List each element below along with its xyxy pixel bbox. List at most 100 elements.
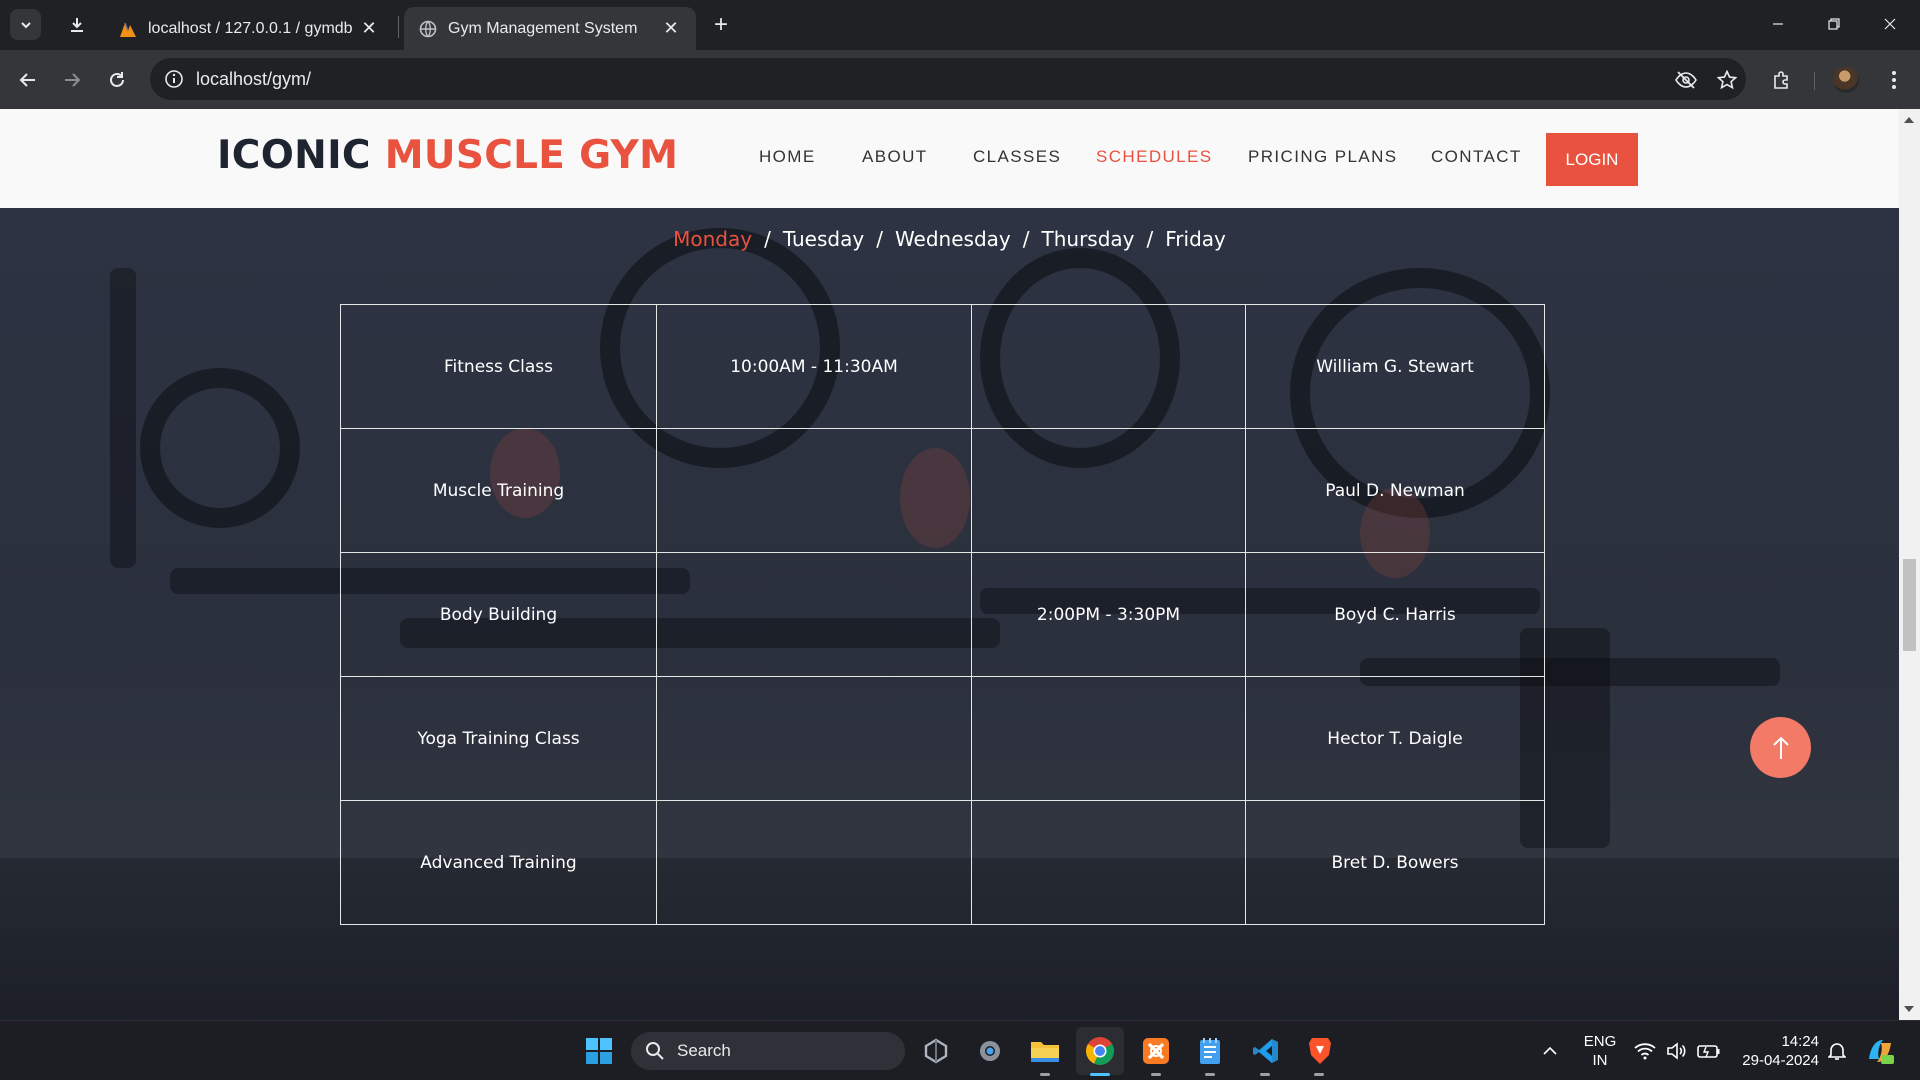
logo-text-iconic: ICONIC <box>217 133 385 178</box>
language-label: ENG <box>1583 1033 1617 1050</box>
time-cell <box>656 552 972 677</box>
wifi-icon[interactable] <box>1630 1033 1660 1069</box>
extensions-button[interactable] <box>1766 64 1798 96</box>
start-button[interactable] <box>581 1033 617 1069</box>
time-cell <box>971 676 1246 801</box>
chevron-up-icon <box>1543 1046 1557 1055</box>
address-bar[interactable]: localhost/gym/ <box>150 58 1746 100</box>
nav-pricing-plans[interactable]: PRICING PLANS <box>1248 147 1398 167</box>
tab-tuesday[interactable]: Tuesday <box>783 227 864 251</box>
browser-toolbar: localhost/gym/ <box>0 50 1920 109</box>
running-indicator <box>1151 1073 1161 1076</box>
back-button[interactable] <box>12 64 44 96</box>
nav-classes[interactable]: CLASSES <box>973 147 1061 167</box>
scroll-down-icon[interactable] <box>1904 1006 1914 1012</box>
region-label: IN <box>1592 1052 1608 1069</box>
restore-button[interactable] <box>1806 0 1862 48</box>
tab-search-button[interactable] <box>10 9 41 40</box>
tab-monday[interactable]: Monday <box>673 227 752 251</box>
show-hidden-icons-button[interactable] <box>1536 1033 1564 1069</box>
table-row: Fitness Class 10:00AM - 11:30AM William … <box>340 304 1545 429</box>
trainer-cell: Boyd C. Harris <box>1245 552 1545 677</box>
chrome-app-icon[interactable] <box>1076 1027 1124 1075</box>
widgets-app-icon[interactable] <box>918 1033 954 1069</box>
trainer-cell: Bret D. Bowers <box>1245 800 1545 925</box>
scrollbar-thumb[interactable] <box>1903 559 1916 651</box>
day-separator: / <box>876 227 883 251</box>
language-indicator[interactable]: ENG IN <box>1580 1032 1620 1070</box>
arrow-left-icon <box>19 73 35 87</box>
schedule-table: Fitness Class 10:00AM - 11:30AM William … <box>340 304 1545 925</box>
xampp-app-icon[interactable] <box>1138 1033 1174 1069</box>
kebab-menu-icon <box>1892 71 1896 89</box>
profile-button[interactable] <box>1830 64 1862 96</box>
active-indicator <box>1090 1073 1110 1076</box>
reload-icon <box>110 72 124 87</box>
class-name-cell: Advanced Training <box>340 800 657 925</box>
tab-phpmyadmin[interactable]: localhost / 127.0.0.1 / gymdb | | ✕ <box>104 7 394 50</box>
close-tab-icon[interactable]: ✕ <box>358 18 380 40</box>
time-cell <box>656 800 972 925</box>
table-row: Yoga Training Class Hector T. Daigle <box>340 676 1545 801</box>
login-button[interactable]: LOGIN <box>1546 133 1638 186</box>
running-indicator <box>1205 1073 1215 1076</box>
notifications-button[interactable] <box>1822 1033 1852 1069</box>
running-indicator <box>1314 1073 1324 1076</box>
tab-thursday[interactable]: Thursday <box>1042 227 1135 251</box>
tab-title: localhost / 127.0.0.1 / gymdb | | <box>148 19 358 37</box>
settings-app-icon[interactable] <box>972 1033 1008 1069</box>
scroll-up-icon[interactable] <box>1904 117 1914 123</box>
vscode-app-icon[interactable] <box>1248 1033 1284 1069</box>
volume-icon[interactable] <box>1662 1033 1692 1069</box>
site-logo[interactable]: ICONIC MUSCLE GYM <box>217 133 678 178</box>
day-separator: / <box>1022 227 1030 251</box>
nav-contact[interactable]: CONTACT <box>1431 147 1522 167</box>
bookmark-star-icon[interactable] <box>1715 68 1739 92</box>
search-label: Search <box>677 1041 731 1060</box>
back-to-top-button[interactable] <box>1750 717 1811 778</box>
tab-friday[interactable]: Friday <box>1165 227 1226 251</box>
page-scrollbar[interactable] <box>1899 109 1920 1020</box>
time-cell <box>971 428 1246 553</box>
url-text[interactable]: localhost/gym/ <box>196 69 311 90</box>
trainer-cell: William G. Stewart <box>1245 304 1545 429</box>
brave-app-icon[interactable] <box>1302 1033 1338 1069</box>
clock[interactable]: 14:24 29-04-2024 <box>1733 1032 1819 1070</box>
day-separator: / <box>764 227 771 251</box>
nav-home[interactable]: HOME <box>759 147 816 167</box>
page-viewport: ICONIC MUSCLE GYM HOME ABOUT CLASSES SCH… <box>0 109 1899 1020</box>
site-info-icon[interactable] <box>164 69 184 89</box>
time-cell <box>656 428 972 553</box>
minimize-button[interactable] <box>1750 0 1806 48</box>
downloads-button[interactable] <box>62 10 92 40</box>
close-tab-icon[interactable]: ✕ <box>660 18 682 40</box>
table-row: Advanced Training Bret D. Bowers <box>340 800 1545 925</box>
search-icon <box>646 1042 664 1060</box>
file-explorer-app-icon[interactable] <box>1027 1033 1063 1069</box>
phpmyadmin-icon <box>118 19 138 39</box>
copilot-icon[interactable] <box>1862 1033 1898 1069</box>
tab-wednesday[interactable]: Wednesday <box>895 227 1011 251</box>
taskbar-search[interactable]: Search <box>631 1032 905 1070</box>
forward-button[interactable] <box>56 64 88 96</box>
nav-schedules[interactable]: SCHEDULES <box>1096 147 1213 167</box>
notepad-app-icon[interactable] <box>1192 1033 1228 1069</box>
arrow-up-icon <box>1772 736 1789 759</box>
windows-icon <box>586 1038 612 1064</box>
new-tab-button[interactable]: + <box>708 11 734 38</box>
windows-taskbar: Search ENG IN 14:24 29-04-2024 <box>0 1020 1920 1080</box>
browser-menu-button[interactable] <box>1878 64 1910 96</box>
tab-gym-management[interactable]: Gym Management System ✕ <box>404 7 696 50</box>
time-cell: 2:00PM - 3:30PM <box>971 552 1246 677</box>
table-row: Body Building 2:00PM - 3:30PM Boyd C. Ha… <box>340 552 1545 677</box>
eye-slash-icon[interactable] <box>1674 68 1698 92</box>
running-indicator <box>1260 1073 1270 1076</box>
class-name-cell: Yoga Training Class <box>340 676 657 801</box>
nav-about[interactable]: ABOUT <box>862 147 928 167</box>
puzzle-icon <box>1774 71 1788 89</box>
battery-icon[interactable] <box>1694 1033 1724 1069</box>
time-cell <box>971 800 1246 925</box>
time-cell <box>656 676 972 801</box>
close-window-button[interactable] <box>1862 0 1918 48</box>
reload-button[interactable] <box>101 64 133 96</box>
